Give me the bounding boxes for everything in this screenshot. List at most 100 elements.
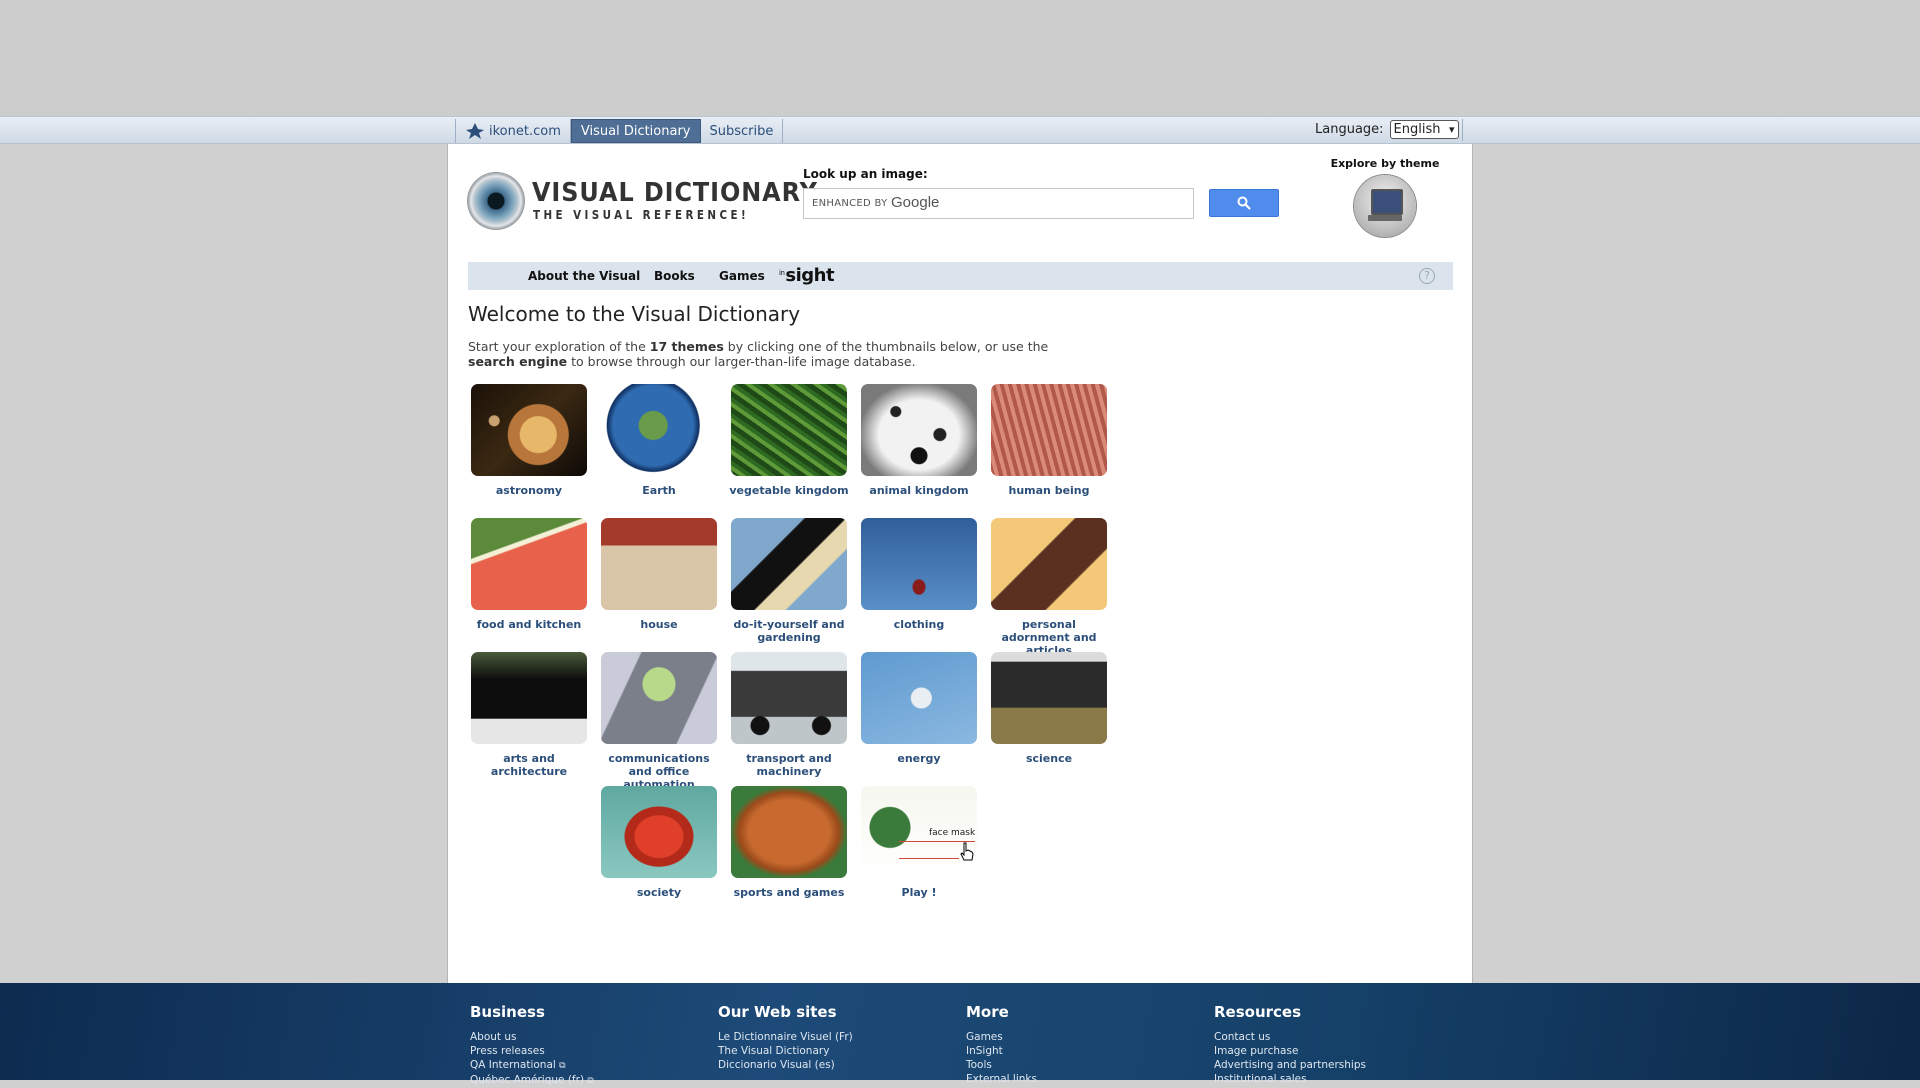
- footer-link[interactable]: The Visual Dictionary: [718, 1044, 853, 1058]
- language-selector: Language: English ▾: [1315, 120, 1459, 139]
- footer-link[interactable]: Québec Amérique (fr) ⧉: [470, 1073, 594, 1088]
- footer-link[interactable]: About us: [470, 1030, 594, 1044]
- top-bar: ikonet.com Visual Dictionary Subscribe L…: [0, 116, 1920, 144]
- energy-image: [861, 652, 977, 744]
- external-link-icon: ⧉: [559, 1061, 566, 1071]
- footer-business: Business About us Press releases QA Inte…: [470, 1003, 594, 1088]
- animal-image: [861, 384, 977, 476]
- tab-ikonet[interactable]: ikonet.com: [455, 119, 571, 143]
- house-image: [601, 518, 717, 610]
- footer-heading: More: [966, 1003, 1009, 1021]
- theme-clothing[interactable]: clothing: [859, 518, 979, 631]
- tab-visual-dictionary[interactable]: Visual Dictionary: [570, 119, 701, 143]
- food-image: [471, 518, 587, 610]
- adornment-image: [991, 518, 1107, 610]
- nav-insight[interactable]: insight: [779, 265, 835, 286]
- theme-play[interactable]: face mask Play !: [859, 786, 979, 899]
- nav-games[interactable]: Games: [719, 269, 765, 283]
- chevron-down-icon: ▾: [1449, 123, 1455, 136]
- footer: Business About us Press releases QA Inte…: [0, 983, 1920, 1086]
- theme-personal-adornment-and-articles[interactable]: personal adornment and articles: [989, 518, 1109, 657]
- theme-label: Play !: [901, 886, 937, 899]
- language-value: English: [1393, 122, 1441, 137]
- sports-image: [731, 786, 847, 878]
- tab-subscribe[interactable]: Subscribe: [701, 119, 784, 143]
- theme-human-being[interactable]: human being: [989, 384, 1109, 497]
- ad-banner-area: [0, 0, 1920, 116]
- footer-more: More Games InSight Tools External links: [966, 1003, 1037, 1086]
- page-title: Welcome to the Visual Dictionary: [468, 302, 801, 326]
- theme-communications-and-office-automation[interactable]: communications and office automation: [599, 652, 719, 791]
- footer-heading: Business: [470, 1003, 545, 1021]
- theme-label: transport and machinery: [746, 752, 832, 778]
- science-image: [991, 652, 1107, 744]
- theme-house[interactable]: house: [599, 518, 719, 631]
- diy-image: [731, 518, 847, 610]
- brand-tagline: THE VISUAL REFERENCE!: [533, 208, 750, 222]
- theme-label: astronomy: [495, 484, 563, 497]
- theme-sports-and-games[interactable]: sports and games: [729, 786, 849, 899]
- theme-computer-icon: [1354, 175, 1416, 237]
- tab-label: Visual Dictionary: [580, 123, 691, 139]
- topbar-divider: [1462, 119, 1463, 141]
- footer-resources: Resources Contact us Image purchase Adve…: [1214, 1003, 1366, 1086]
- main-panel: VISUAL DICTIONARY THE VISUAL REFERENCE! …: [447, 144, 1473, 983]
- site-logo[interactable]: VISUAL DICTIONARY THE VISUAL REFERENCE!: [468, 173, 817, 233]
- theme-food-and-kitchen[interactable]: food and kitchen: [469, 518, 589, 631]
- theme-do-it-yourself-and-gardening[interactable]: do-it-yourself and gardening: [729, 518, 849, 644]
- theme-energy[interactable]: energy: [859, 652, 979, 765]
- theme-label: society: [636, 886, 682, 899]
- search-icon: [1237, 196, 1251, 210]
- cursor-hand-icon: [960, 842, 974, 861]
- explore-by-theme[interactable]: Explore by theme: [1330, 157, 1440, 237]
- footer-link[interactable]: External links: [966, 1072, 1037, 1086]
- theme-astronomy[interactable]: astronomy: [469, 384, 589, 497]
- theme-label: science: [1025, 752, 1073, 765]
- main-nav: About the Visual Books Games insight ?: [468, 262, 1453, 290]
- lookup-label: Look up an image:: [803, 167, 928, 181]
- annotation-line: [899, 858, 959, 859]
- search-button[interactable]: [1209, 189, 1279, 217]
- footer-link[interactable]: Institutional sales: [1214, 1072, 1366, 1086]
- help-icon[interactable]: ?: [1419, 268, 1435, 284]
- footer-link[interactable]: InSight: [966, 1044, 1037, 1058]
- clothing-image: [861, 518, 977, 610]
- astronomy-image: [471, 384, 587, 476]
- theme-vegetable-kingdom[interactable]: vegetable kingdom: [729, 384, 849, 497]
- footer-link[interactable]: Games: [966, 1030, 1037, 1044]
- theme-arts-and-architecture[interactable]: arts and architecture: [469, 652, 589, 778]
- brand-title: VISUAL DICTIONARY: [532, 178, 818, 208]
- search-input[interactable]: ENHANCED BY Google: [803, 188, 1194, 219]
- nav-books[interactable]: Books: [654, 269, 695, 283]
- play-caption: face mask: [929, 828, 976, 838]
- play-image: face mask: [861, 786, 977, 878]
- theme-label: sports and games: [733, 886, 845, 899]
- theme-science[interactable]: science: [989, 652, 1109, 765]
- footer-websites: Our Web sites Le Dictionnaire Visuel (Fr…: [718, 1003, 853, 1072]
- footer-link[interactable]: Tools: [966, 1058, 1037, 1072]
- theme-earth[interactable]: Earth: [599, 384, 719, 497]
- footer-heading: Resources: [1214, 1003, 1302, 1021]
- theme-label: food and kitchen: [476, 618, 582, 631]
- transport-image: [731, 652, 847, 744]
- footer-link[interactable]: Le Dictionnaire Visuel (Fr): [718, 1030, 853, 1044]
- nav-about[interactable]: About the Visual: [528, 269, 640, 283]
- footer-link[interactable]: Diccionario Visual (es): [718, 1058, 853, 1072]
- footer-link[interactable]: Press releases: [470, 1044, 594, 1058]
- theme-transport-and-machinery[interactable]: transport and machinery: [729, 652, 849, 778]
- footer-link[interactable]: QA International ⧉: [470, 1058, 594, 1073]
- theme-label: energy: [897, 752, 941, 765]
- footer-link[interactable]: Advertising and partnerships: [1214, 1058, 1366, 1072]
- explore-label: Explore by theme: [1330, 157, 1440, 170]
- ikonet-logo-icon: [466, 123, 484, 139]
- footer-link[interactable]: Image purchase: [1214, 1044, 1366, 1058]
- arts-image: [471, 652, 587, 744]
- theme-society[interactable]: society: [599, 786, 719, 899]
- intro-text: Start your exploration of the 17 themes …: [468, 339, 1049, 369]
- theme-animal-kingdom[interactable]: animal kingdom: [859, 384, 979, 497]
- footer-heading: Our Web sites: [718, 1003, 837, 1021]
- footer-link[interactable]: Contact us: [1214, 1030, 1366, 1044]
- theme-label: clothing: [893, 618, 945, 631]
- language-select[interactable]: English ▾: [1389, 120, 1459, 139]
- tab-label: ikonet.com: [489, 123, 561, 139]
